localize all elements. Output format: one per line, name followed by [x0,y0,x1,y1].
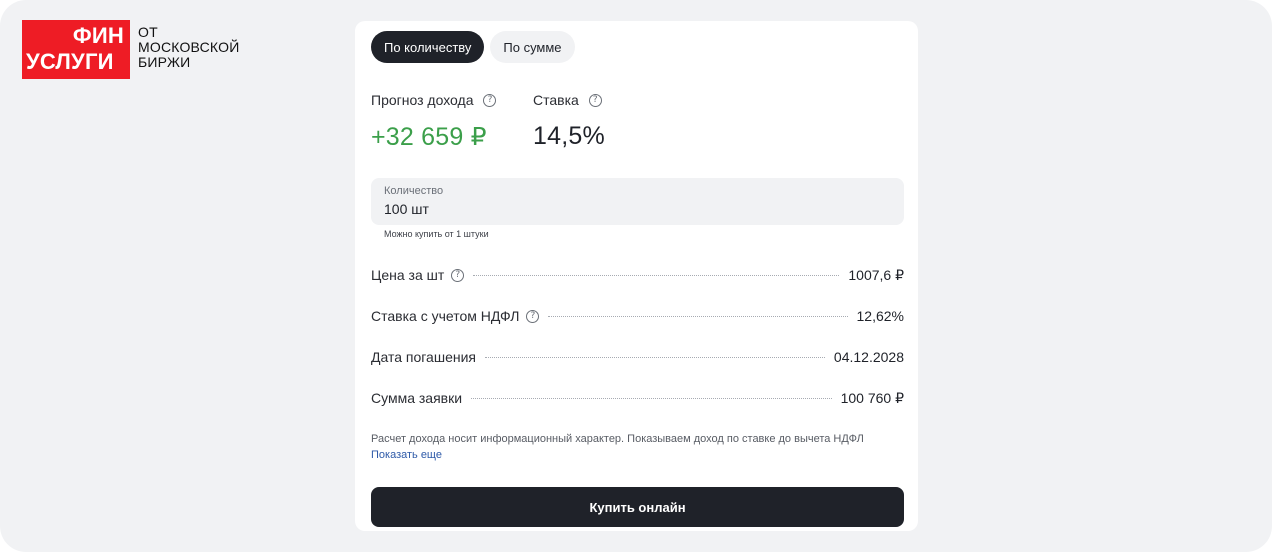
quantity-field-value[interactable]: 100 шт [384,202,891,217]
detail-label: Цена за шт [371,267,445,283]
detail-label: Дата погашения [371,349,476,365]
dotted-leader [548,315,848,317]
logo-caption: ОТ МОСКОВСКОЙ БИРЖИ [138,25,239,70]
detail-value: 04.12.2028 [833,349,904,365]
logo-line-1: ФИН [72,23,124,48]
income-forecast: Прогноз дохода ? +32 659 ₽ [371,91,497,152]
page-background: ФИН УСЛУГИ ОТ МОСКОВСКОЙ БИРЖИ По количе… [0,0,1272,552]
tab-by-quantity[interactable]: По количеству [371,31,485,63]
dotted-leader [485,356,825,358]
quantity-field[interactable]: Количество 100 шт [371,178,904,225]
dotted-leader [471,397,832,399]
logo-caption-line: ОТ [138,24,158,40]
detail-row-rate-after-tax: Ставка с учетом НДФЛ ? 12,62% [371,306,904,326]
detail-row-price: Цена за шт ? 1007,6 ₽ [371,265,904,285]
help-icon[interactable]: ? [526,309,540,323]
finuslugi-logo[interactable]: ФИН УСЛУГИ ОТ МОСКОВСКОЙ БИРЖИ [22,20,239,79]
help-icon[interactable]: ? [451,268,465,282]
quantity-hint: Можно купить от 1 штуки [384,229,489,239]
rate-value: 14,5% [533,122,605,150]
dotted-leader [473,274,840,276]
detail-value: 100 760 ₽ [840,389,904,406]
rate: Ставка ? 14,5% [533,91,605,151]
detail-row-maturity-date: Дата погашения 04.12.2028 [371,347,904,367]
detail-value: 1007,6 ₽ [848,266,904,283]
detail-label: Ставка с учетом НДФЛ [371,308,520,324]
tab-by-amount[interactable]: По сумме [490,31,575,63]
detail-label: Сумма заявки [371,390,463,406]
logo-caption-line: БИРЖИ [138,54,191,70]
help-icon[interactable]: ? [483,93,497,107]
logo-caption-line: МОСКОВСКОЙ [138,39,240,55]
quantity-field-label: Количество [384,185,444,197]
detail-value: 12,62% [856,308,904,324]
income-forecast-label: Прогноз дохода [371,92,474,108]
logo-line-2: УСЛУГИ [26,49,114,74]
detail-row-order-amount: Сумма заявки 100 760 ₽ [371,388,904,408]
logo-red-block: ФИН УСЛУГИ [22,20,130,79]
rate-label: Ставка [533,92,579,108]
mode-tabs: По количеству По сумме [371,31,575,63]
income-forecast-value: +32 659 ₽ [371,123,487,151]
disclaimer-text: Расчет дохода носит информационный харак… [371,433,864,445]
buy-online-button[interactable]: Купить онлайн [371,487,904,527]
bond-calculator-card: По количеству По сумме Прогноз дохода ? … [355,21,918,531]
help-icon[interactable]: ? [588,93,602,107]
show-more-link[interactable]: Показать еще [371,447,911,463]
details-list: Цена за шт ? 1007,6 ₽ Ставка с учетом НД… [371,265,904,429]
disclaimer: Расчет дохода носит информационный харак… [371,431,911,463]
